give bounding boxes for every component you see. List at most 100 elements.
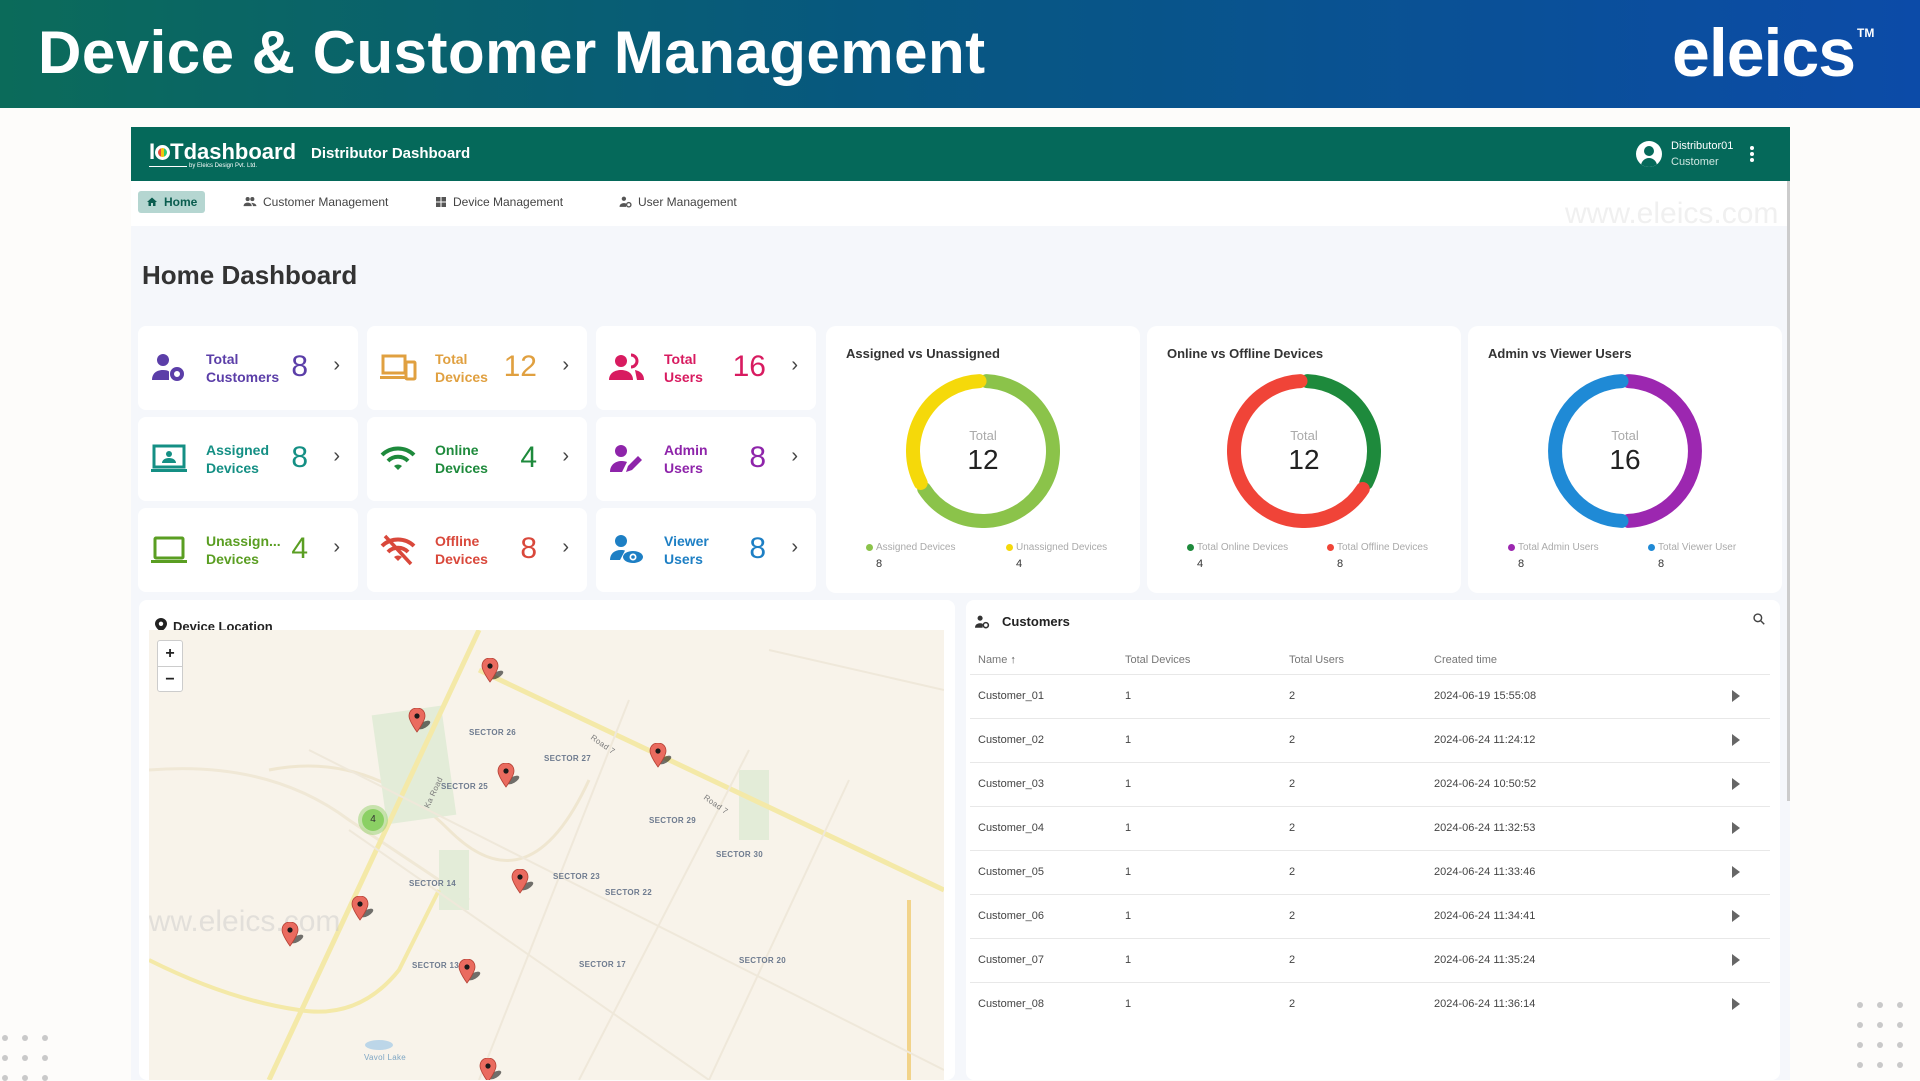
- tab-label: Customer Management: [263, 195, 389, 209]
- play-arrow-icon[interactable]: [1732, 822, 1740, 834]
- donut-card-admin-vs-viewer-users: Admin vs Viewer Users Total 16 Total Adm…: [1468, 326, 1782, 593]
- user-settings-icon: [619, 196, 632, 208]
- chevron-right-icon[interactable]: ›: [562, 445, 569, 468]
- play-arrow-icon[interactable]: [1732, 998, 1740, 1010]
- table-row[interactable]: Customer_05 1 2 2024-06-24 11:33:46: [970, 850, 1770, 894]
- chevron-right-icon[interactable]: ›: [562, 354, 569, 377]
- customer-settings-icon: [975, 615, 990, 629]
- stat-card-admin-users[interactable]: Admin Users 8 ›: [596, 417, 816, 501]
- chevron-right-icon[interactable]: ›: [333, 536, 340, 559]
- cell-created-time: 2024-06-24 11:33:46: [1434, 866, 1536, 878]
- stat-value: 16: [732, 350, 766, 383]
- customers-card: Customers Name ↑ Total Devices Total Use…: [966, 600, 1780, 1080]
- cell-total-users: 2: [1289, 778, 1296, 790]
- cell-total-devices: 1: [1125, 690, 1132, 702]
- stat-card-unassign-devices[interactable]: Unassign... Devices 4 ›: [138, 508, 358, 592]
- tab-label: User Management: [638, 195, 737, 209]
- cell-total-users: 2: [1289, 690, 1296, 702]
- table-row[interactable]: Customer_03 1 2 2024-06-24 10:50:52: [970, 762, 1770, 806]
- tab-home[interactable]: Home: [138, 191, 206, 213]
- marker-cluster[interactable]: 4: [358, 805, 388, 835]
- tab-device-management[interactable]: Device Management: [427, 191, 571, 213]
- table-row[interactable]: Customer_02 1 2 2024-06-24 11:24:12: [970, 718, 1770, 762]
- cell-total-users: 2: [1289, 910, 1296, 922]
- map-marker-icon[interactable]: [511, 868, 534, 895]
- column-header-total-devices[interactable]: Total Devices: [1125, 654, 1190, 666]
- search-icon[interactable]: [1752, 612, 1770, 630]
- legend-item: Total Admin Users: [1508, 542, 1599, 553]
- iot-dashboard-logo[interactable]: I Tdashboard: [149, 139, 296, 165]
- stat-card-offline-devices[interactable]: Offline Devices 8 ›: [367, 508, 587, 592]
- cell-total-devices: 1: [1125, 778, 1132, 790]
- sector-label: SECTOR 25: [441, 782, 489, 791]
- table-row[interactable]: Customer_04 1 2 2024-06-24 11:32:53: [970, 806, 1770, 850]
- cell-name: Customer_01: [978, 690, 1045, 702]
- cell-total-users: 2: [1289, 866, 1296, 878]
- column-header-created-time[interactable]: Created time: [1434, 654, 1497, 666]
- tab-user-management[interactable]: User Management: [611, 191, 745, 213]
- sector-label: SECTOR 23: [553, 872, 601, 881]
- wifi-icon: [379, 443, 417, 475]
- chevron-right-icon[interactable]: ›: [562, 536, 569, 559]
- play-arrow-icon[interactable]: [1732, 690, 1740, 702]
- map-marker-icon[interactable]: [479, 1057, 502, 1080]
- sector-label: SECTOR 14: [409, 879, 457, 888]
- play-arrow-icon[interactable]: [1732, 910, 1740, 922]
- stat-card-assigned-devices[interactable]: Assigned Devices 8 ›: [138, 417, 358, 501]
- cell-name: Customer_02: [978, 734, 1045, 746]
- cell-total-devices: 1: [1125, 910, 1132, 922]
- stat-card-viewer-users[interactable]: Viewer Users 8 ›: [596, 508, 816, 592]
- table-row[interactable]: Customer_01 1 2 2024-06-19 15:55:08: [970, 674, 1770, 718]
- chevron-right-icon[interactable]: ›: [791, 536, 798, 559]
- nav-tabs: Home Customer Management Device Manageme…: [131, 181, 1790, 226]
- legend-label: Total Viewer User: [1658, 542, 1737, 553]
- brand-logo: eleics: [1672, 15, 1856, 91]
- chart-title: Online vs Offline Devices: [1167, 346, 1324, 361]
- column-header-total-users[interactable]: Total Users: [1289, 654, 1344, 666]
- customers-header: Customers: [974, 614, 1070, 629]
- chevron-right-icon[interactable]: ›: [333, 354, 340, 377]
- page-scrollbar[interactable]: [1787, 181, 1790, 801]
- map-view[interactable]: www.eleics.com + − 4 SECTOR 26 SECTOR 27 S…: [149, 630, 944, 1080]
- chevron-right-icon[interactable]: ›: [333, 445, 340, 468]
- table-row[interactable]: Customer_08 1 2 2024-06-24 11:36:14: [970, 982, 1770, 1026]
- map-marker-icon[interactable]: [458, 958, 481, 985]
- stat-label: Unassign... Devices: [206, 533, 281, 567]
- play-arrow-icon[interactable]: [1732, 866, 1740, 878]
- banner-title: Device & Customer Management: [38, 19, 986, 86]
- stat-card-total-users[interactable]: Total Users 16 ›: [596, 326, 816, 410]
- tab-customer-management[interactable]: Customer Management: [235, 191, 396, 213]
- play-arrow-icon[interactable]: [1732, 734, 1740, 746]
- zoom-in-button[interactable]: +: [158, 641, 182, 666]
- donut-center-label: Total: [1290, 428, 1318, 443]
- legend-swatch: [866, 544, 873, 551]
- stat-card-online-devices[interactable]: Online Devices 4 ›: [367, 417, 587, 501]
- legend-value: 8: [1337, 558, 1344, 570]
- play-arrow-icon[interactable]: [1732, 778, 1740, 790]
- zoom-out-button[interactable]: −: [158, 666, 182, 691]
- map-marker-icon[interactable]: [481, 657, 504, 684]
- account-circle-icon[interactable]: [1636, 141, 1662, 167]
- chevron-right-icon[interactable]: ›: [791, 354, 798, 377]
- stat-card-total-customers[interactable]: Total Customers 8 ›: [138, 326, 358, 410]
- stat-value: 8: [291, 441, 308, 474]
- logo-underline: [149, 166, 187, 167]
- more-vert-icon[interactable]: [1749, 145, 1755, 163]
- sort-ascending-icon: ↑: [1010, 654, 1016, 666]
- donut-card-assigned-vs-unassigned: Assigned vs Unassigned Total 12 Assigned…: [826, 326, 1140, 593]
- chevron-right-icon[interactable]: ›: [791, 445, 798, 468]
- map-marker-icon[interactable]: [497, 762, 520, 789]
- table-row[interactable]: Customer_06 1 2 2024-06-24 11:34:41: [970, 894, 1770, 938]
- table-row[interactable]: Customer_07 1 2 2024-06-24 11:35:24: [970, 938, 1770, 982]
- legend-label: Total Admin Users: [1518, 542, 1599, 553]
- stat-card-total-devices[interactable]: Total Devices 12 ›: [367, 326, 587, 410]
- map-marker-icon[interactable]: [649, 742, 672, 769]
- column-header-name[interactable]: Name ↑: [978, 654, 1016, 666]
- map-marker-icon[interactable]: [351, 895, 374, 922]
- legend-label: Assigned Devices: [876, 542, 956, 553]
- play-arrow-icon[interactable]: [1732, 954, 1740, 966]
- map-marker-icon[interactable]: [281, 921, 304, 948]
- chart-title: Admin vs Viewer Users: [1488, 346, 1632, 361]
- map-marker-icon[interactable]: [408, 707, 431, 734]
- users-icon: [608, 352, 646, 384]
